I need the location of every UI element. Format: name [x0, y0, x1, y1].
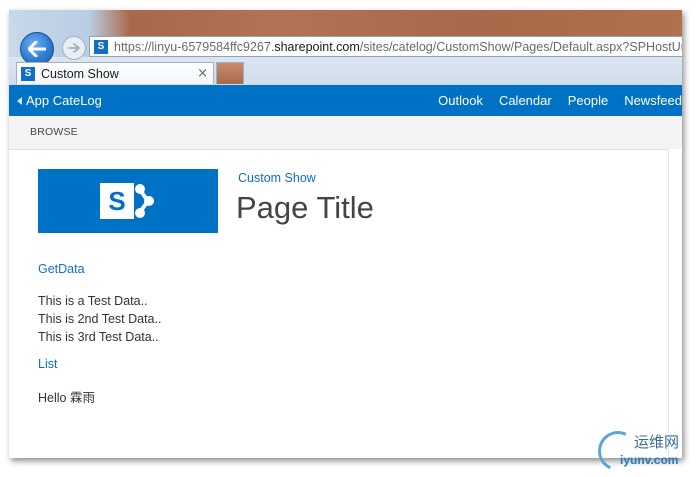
url-text: https://linyu-6579584ffc9267.sharepoint.…	[114, 39, 682, 54]
forward-button[interactable]	[62, 36, 86, 60]
nav-newsfeed[interactable]: Newsfeed	[624, 93, 682, 108]
screenshot-frame: S https://linyu-6579584ffc9267.sharepoin…	[9, 10, 682, 458]
sharepoint-icon: S	[21, 66, 35, 81]
watermark: 运维网 iyunv.com	[592, 425, 698, 477]
nav-outlook[interactable]: Outlook	[438, 93, 483, 108]
nav-calendar[interactable]: Calendar	[499, 93, 552, 108]
sharepoint-icon: S	[94, 39, 108, 54]
data-line: This is 3rd Test Data..	[38, 330, 159, 344]
ribbon: BROWSE	[9, 116, 682, 150]
data-list: This is a Test Data.. This is 2nd Test D…	[38, 292, 161, 346]
vertical-scrollbar[interactable]	[668, 149, 682, 458]
list-link[interactable]: List	[38, 357, 57, 371]
svg-text:S: S	[108, 186, 125, 216]
site-title-link[interactable]: Custom Show	[238, 171, 316, 185]
sharepoint-icon: S	[100, 183, 154, 219]
getdata-link[interactable]: GetData	[38, 262, 85, 276]
page-title: Page Title	[236, 190, 374, 225]
ribbon-tab-browse[interactable]: BROWSE	[30, 126, 78, 138]
watermark-url: iyunv.com	[620, 453, 679, 467]
caret-left-icon	[17, 96, 22, 105]
suite-bar: App CateLog Outlook Calendar People News…	[9, 85, 682, 116]
back-button[interactable]	[20, 32, 54, 66]
nav-people[interactable]: People	[568, 93, 608, 108]
watermark-text: 运维网	[634, 433, 680, 451]
data-line: This is 2nd Test Data..	[38, 312, 162, 326]
back-arrow-icon	[28, 41, 46, 57]
site-logo[interactable]: S	[38, 169, 218, 233]
data-line: This is a Test Data..	[38, 294, 148, 308]
new-tab-button[interactable]	[216, 62, 244, 84]
tab-title: Custom Show	[41, 66, 119, 81]
forward-arrow-icon	[68, 43, 80, 53]
suite-nav: Outlook Calendar People Newsfeed	[422, 85, 682, 116]
close-icon[interactable]: ×	[197, 66, 208, 81]
address-bar[interactable]: S https://linyu-6579584ffc9267.sharepoin…	[89, 36, 682, 57]
hello-text: Hello 霖雨	[38, 391, 95, 405]
tab-custom-show[interactable]: S Custom Show ×	[16, 62, 214, 84]
app-catelog-label: App CateLog	[26, 93, 102, 108]
app-catelog-link[interactable]: App CateLog	[17, 85, 102, 116]
